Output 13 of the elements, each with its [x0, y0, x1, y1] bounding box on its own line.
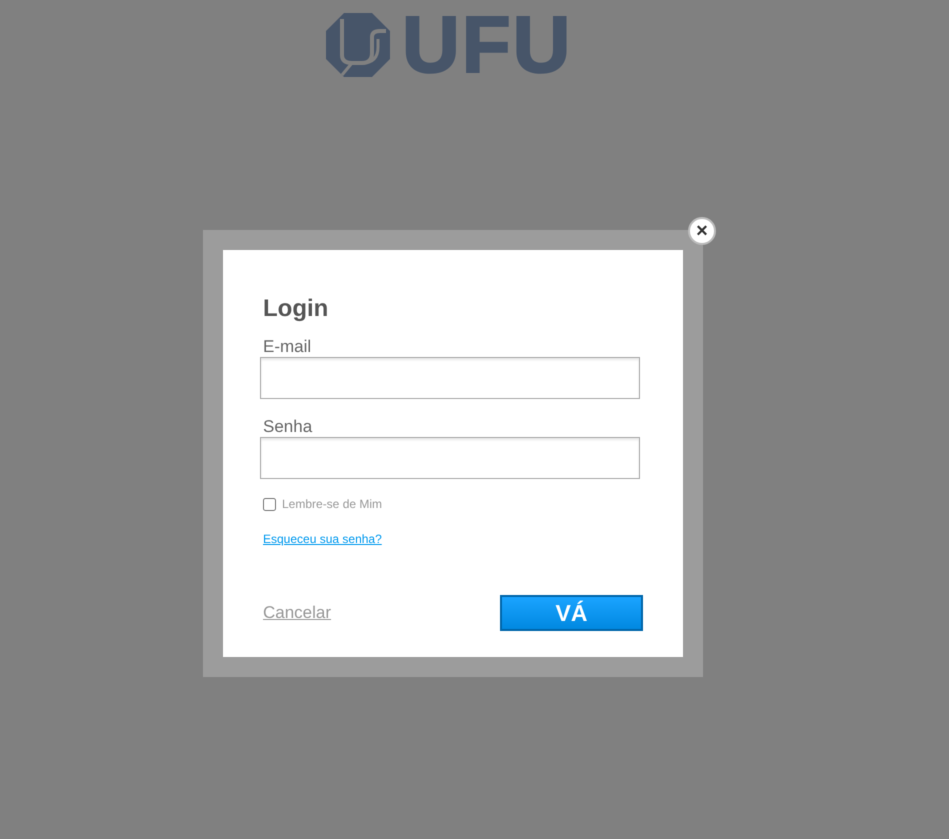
remember-label: Lembre-se de Mim: [282, 496, 382, 513]
field-label: E-mail: [263, 337, 312, 357]
remember-checkbox[interactable]: [263, 498, 276, 510]
forgot-password-link[interactable]: Esqueceu sua senha?: [263, 532, 382, 546]
logo-icon: [326, 13, 390, 77]
input-field[interactable]: [260, 357, 640, 399]
dialog-title: Login: [263, 295, 330, 323]
close-button[interactable]: ×: [688, 217, 716, 245]
field-label: Senha: [263, 417, 314, 437]
input-field[interactable]: [260, 437, 640, 479]
logo-text: UFU: [402, 13, 572, 77]
cancel-link[interactable]: Cancelar: [263, 600, 332, 626]
submit-button[interactable]: VÁ: [500, 595, 643, 631]
